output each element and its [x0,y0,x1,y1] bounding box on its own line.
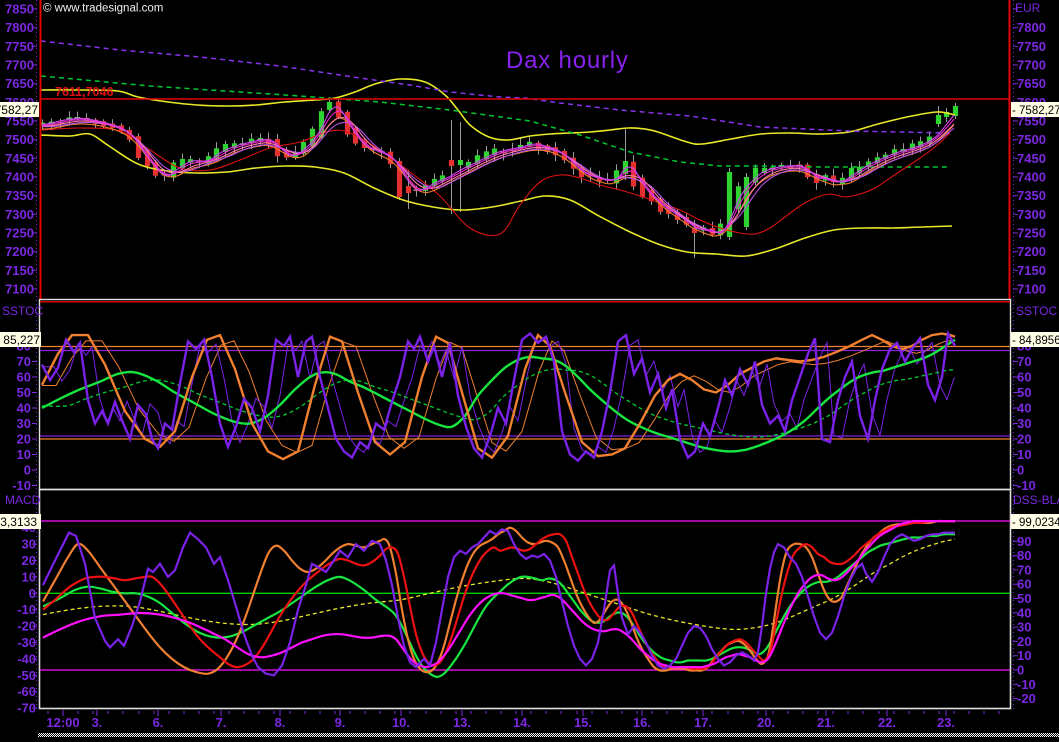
svg-text:90: 90 [1017,534,1031,549]
svg-text:-20: -20 [1017,691,1036,706]
svg-text:23.: 23. [937,715,955,730]
svg-text:16.: 16. [633,715,651,730]
svg-text:7250: 7250 [5,226,34,241]
svg-text:60: 60 [17,370,31,385]
svg-text:30: 30 [17,416,31,431]
svg-text:70: 70 [17,354,31,369]
svg-text:13.: 13. [453,715,471,730]
svg-text:50: 50 [17,385,31,400]
svg-text:7200: 7200 [5,244,34,259]
svg-text:7450: 7450 [1017,151,1046,166]
svg-text:DSS-BLA: DSS-BLA [1013,493,1059,507]
svg-text:7500: 7500 [5,132,34,147]
svg-text:7300: 7300 [5,207,34,222]
svg-text:7400: 7400 [5,170,34,185]
svg-text:7650: 7650 [5,76,34,91]
svg-text:10: 10 [1017,648,1031,663]
svg-text:40: 40 [1017,605,1031,620]
svg-text:7700: 7700 [1017,58,1046,73]
svg-text:0: 0 [24,463,31,478]
svg-text:EUR: EUR [1015,1,1041,15]
svg-text:7150: 7150 [1017,263,1046,278]
svg-text:33,3133: 33,3133 [0,515,37,529]
svg-text:22.: 22. [878,715,896,730]
svg-text:0: 0 [1017,663,1024,678]
svg-text:30: 30 [1017,416,1031,431]
svg-text:20: 20 [1017,432,1031,447]
svg-text:7650: 7650 [1017,76,1046,91]
svg-text:© www.tradesignal.com: © www.tradesignal.com [43,3,163,15]
svg-text:3.: 3. [92,715,103,730]
svg-text:60: 60 [1017,370,1031,385]
svg-text:10: 10 [17,447,31,462]
svg-text:30: 30 [1017,620,1031,635]
svg-text:7100: 7100 [1017,282,1046,297]
svg-text:9.: 9. [335,715,346,730]
svg-text:50: 50 [1017,385,1031,400]
svg-text:7300: 7300 [1017,207,1046,222]
svg-text:SSTOC: SSTOC [1016,304,1057,318]
svg-text:7350: 7350 [5,188,34,203]
svg-text:40: 40 [1017,401,1031,416]
svg-text:6.: 6. [153,715,164,730]
svg-text:7200: 7200 [1017,244,1046,259]
svg-text:70: 70 [1017,354,1031,369]
svg-text:10.: 10. [392,715,410,730]
svg-text:SSTOC: SSTOC [2,304,43,318]
svg-text:7250: 7250 [1017,226,1046,241]
svg-text:14.: 14. [513,715,531,730]
svg-text:7750: 7750 [5,39,34,54]
svg-text:7850: 7850 [5,2,34,17]
svg-text:7450: 7450 [5,151,34,166]
svg-text:-10: -10 [1017,677,1036,692]
svg-text:Dax hourly: Dax hourly [506,47,629,74]
svg-text:17.: 17. [694,715,712,730]
svg-text:60: 60 [1017,577,1031,592]
svg-text:8.: 8. [275,715,286,730]
svg-text:15.: 15. [574,715,592,730]
svg-text:- 7582,27: - 7582,27 [1012,105,1059,117]
svg-text:21.: 21. [817,715,835,730]
svg-text:50: 50 [1017,591,1031,606]
svg-text:80: 80 [1017,548,1031,563]
svg-text:10: 10 [1017,447,1031,462]
svg-text:20: 20 [17,432,31,447]
svg-text:7100: 7100 [5,282,34,297]
svg-text:7400: 7400 [1017,170,1046,185]
svg-text:7582,27: 7582,27 [0,103,38,117]
svg-text:7800: 7800 [1017,20,1046,35]
svg-text:85,227: 85,227 [3,333,40,347]
svg-text:-10: -10 [12,478,31,493]
svg-text:0: 0 [1017,463,1024,478]
svg-text:20: 20 [1017,634,1031,649]
svg-text:7611,7046: 7611,7046 [55,85,113,99]
svg-text:70: 70 [1017,562,1031,577]
svg-text:7500: 7500 [1017,132,1046,147]
svg-text:12:00: 12:00 [46,715,79,730]
svg-text:7350: 7350 [1017,188,1046,203]
svg-text:7.: 7. [216,715,227,730]
svg-text:MACD: MACD [5,493,41,507]
svg-text:40: 40 [17,401,31,416]
svg-text:7150: 7150 [5,263,34,278]
svg-text:- 99,0234: - 99,0234 [1012,517,1059,529]
svg-text:20.: 20. [757,715,775,730]
svg-text:7700: 7700 [5,58,34,73]
svg-text:- 84,8956: - 84,8956 [1012,335,1059,347]
svg-text:7800: 7800 [5,20,34,35]
svg-text:7750: 7750 [1017,39,1046,54]
svg-text:-10: -10 [1017,478,1036,493]
